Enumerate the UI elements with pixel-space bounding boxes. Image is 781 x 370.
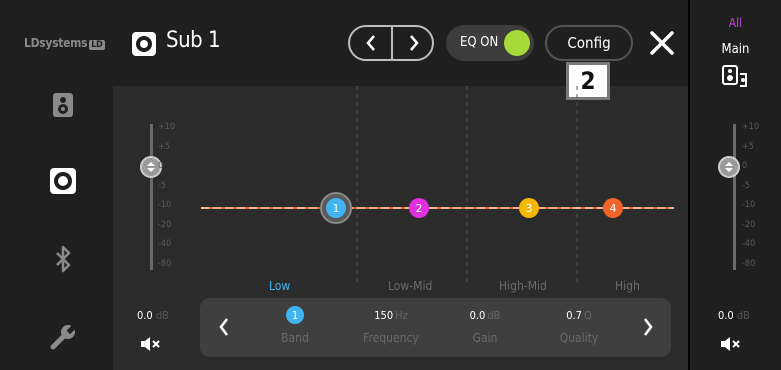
scale-tick: -40 — [742, 239, 756, 249]
scale-tick: +10 — [158, 122, 176, 132]
scale-tick: -5 — [158, 180, 167, 191]
eq-band-handle-3[interactable]: 3 — [519, 198, 539, 218]
wrench-icon[interactable] — [48, 322, 78, 352]
band-param-panel: 1 Band 150 Hz Frequency 0.0 dB Gain 0.7 Q Q… — [200, 298, 671, 357]
speaker-group-icon — [722, 65, 747, 87]
page-title: Sub 1 — [166, 28, 221, 53]
eq-band-handle-1[interactable]: 1 — [320, 192, 352, 224]
master-title: Main — [721, 42, 750, 57]
eq-band-number: 2 — [416, 202, 423, 215]
scale-tick: -40 — [158, 239, 172, 249]
scale-tick: 0 — [742, 161, 748, 171]
scale-tick: 0 — [158, 161, 164, 171]
speaker-icon[interactable] — [48, 90, 78, 120]
param-gain-label: Gain — [472, 331, 498, 345]
scale-tick: +10 — [742, 122, 760, 132]
config-button[interactable]: Config — [545, 25, 633, 61]
mute-icon[interactable] — [719, 335, 741, 353]
channel-nav — [348, 25, 434, 61]
eq-curve-graph[interactable]: 1 2 3 4 — [201, 86, 677, 296]
param-band[interactable]: 1 Band — [250, 306, 340, 345]
scale-tick: -10 — [742, 200, 756, 210]
subwoofer-icon[interactable] — [48, 166, 78, 196]
band-label-low-mid: Low-Mid — [388, 279, 433, 293]
master-panel: All Main +10 +5 0 -5 -10 -20 -40 -80 0.0 dB — [690, 0, 781, 370]
band-label-low: Low — [269, 279, 291, 293]
scale-tick: +5 — [158, 141, 170, 152]
chevron-left-icon — [219, 318, 228, 336]
next-button[interactable] — [393, 27, 434, 59]
scale-tick: -20 — [742, 219, 756, 230]
eq-status-dot — [504, 30, 530, 56]
chevron-right-icon — [644, 318, 653, 336]
param-quality-label: Quality — [559, 331, 599, 345]
band-label-high: High — [615, 279, 640, 293]
up-down-icon — [725, 162, 733, 172]
bluetooth-icon[interactable] — [48, 244, 78, 274]
subwoofer-icon — [132, 32, 156, 56]
mute-icon[interactable] — [139, 335, 161, 353]
level-readout: 0.0 dB — [137, 309, 169, 322]
master-fader-knob[interactable] — [718, 156, 740, 178]
chevron-left-icon — [365, 35, 375, 51]
scale-tick: -20 — [158, 219, 172, 230]
master-fader-track[interactable] — [733, 124, 736, 270]
eq-band-number: 3 — [526, 202, 533, 215]
prev-band-button[interactable] — [214, 314, 234, 340]
scale-tick: +5 — [742, 141, 754, 152]
eq-band-handle-4[interactable]: 4 — [603, 198, 623, 218]
left-nav-rail: LDsystems LD — [0, 0, 113, 370]
eq-band-handle-2[interactable]: 2 — [409, 198, 429, 218]
scale-tick: -5 — [742, 180, 751, 191]
scale-tick: -10 — [158, 200, 172, 210]
level-fader-track[interactable] — [150, 124, 153, 270]
band-label-high-mid: High-Mid — [499, 279, 547, 293]
group-label[interactable]: All — [690, 16, 781, 30]
eq-band-number: 1 — [333, 202, 340, 215]
eq-toggle-label: EQ ON — [460, 35, 499, 50]
master-level-readout: 0.0 dB — [718, 309, 750, 322]
up-down-icon — [147, 162, 155, 172]
eq-editor: Sub 1 EQ ON Config 2 +10 +5 0 -5 -10 -20 -40 -8… — [113, 0, 688, 370]
chevron-right-icon — [409, 35, 419, 51]
brand-logo: LDsystems LD — [24, 36, 105, 50]
param-frequency-label: Frequency — [363, 331, 419, 345]
scale-tick: -80 — [158, 258, 172, 269]
scale-tick: -80 — [742, 258, 756, 269]
param-frequency[interactable]: 150 Hz Frequency — [346, 306, 436, 346]
param-quality[interactable]: 0.7 Q Quality — [534, 306, 624, 346]
band-number-dot: 1 — [286, 306, 304, 324]
next-band-button[interactable] — [638, 314, 658, 340]
param-gain[interactable]: 0.0 dB Gain — [440, 306, 530, 346]
close-icon[interactable] — [647, 28, 677, 58]
prev-button[interactable] — [350, 27, 391, 59]
eq-toggle[interactable]: EQ ON — [446, 25, 534, 61]
param-band-label: Band — [281, 331, 309, 345]
eq-band-number: 4 — [610, 202, 617, 215]
